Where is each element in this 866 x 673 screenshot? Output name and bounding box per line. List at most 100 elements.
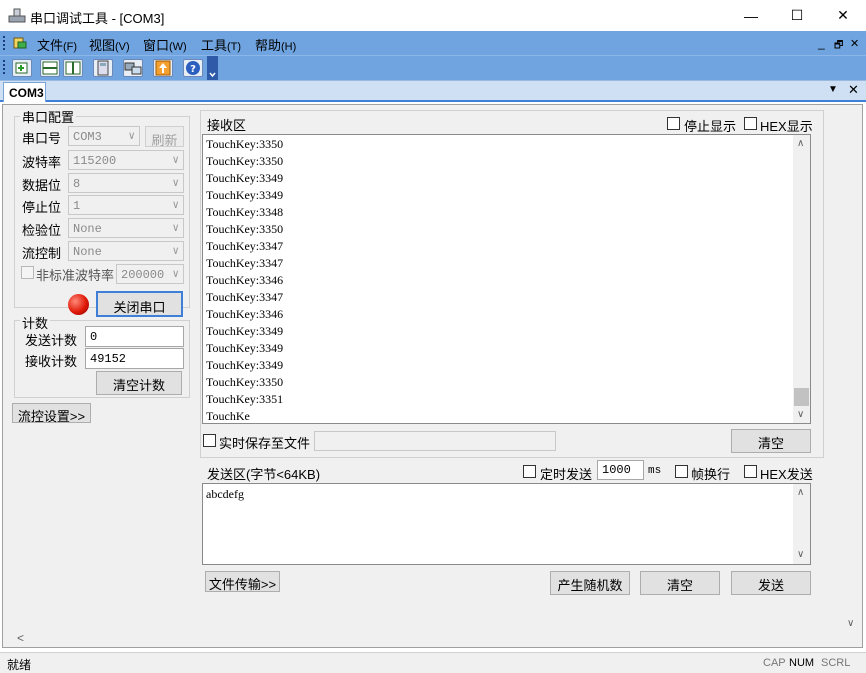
toolbar-grip[interactable] [3,60,7,74]
recv-count-field[interactable]: 49152 [85,348,184,369]
send-title: 发送区(字节<64KB) [207,467,321,482]
hex-send-checkbox[interactable] [744,465,757,478]
nonstd-baud-select[interactable]: 200000 ∨ [116,264,184,284]
hex-display-checkbox[interactable] [744,117,757,130]
mdi-close-button[interactable]: ✕ [850,37,859,50]
save-to-file-label: 实时保存至文件 [219,436,311,451]
receive-line: TouchKey:3350 [206,222,284,236]
parity-select[interactable]: None ∨ [68,218,184,238]
menubar-grip[interactable] [3,36,7,50]
menu-app-icon [13,37,27,49]
chevron-down-icon[interactable]: ∨ [847,618,854,629]
menu-view[interactable]: 视图(V) [89,35,130,54]
save-to-file-checkbox[interactable] [203,434,216,447]
file-transfer-button[interactable]: 文件传输>> [205,571,280,592]
tab-list-dropdown-icon[interactable]: ▼ [828,84,838,95]
timed-send-checkbox[interactable] [523,465,536,478]
flow-settings-button[interactable]: 流控设置>> [12,403,91,424]
stopbits-select[interactable]: 1 ∨ [68,195,184,215]
port-label: 串口号 [22,131,62,146]
port-select[interactable]: COM3 ∨ [68,126,140,146]
status-cap: CAP [763,657,786,669]
send-scrollbar[interactable]: ∧ ∨ [793,484,810,564]
main-horizontal-scrollbar[interactable]: < [3,630,860,647]
receive-scroll-thumb[interactable] [794,388,809,406]
nonstd-baud-checkbox[interactable] [21,266,34,279]
tab-com3[interactable]: COM3 [3,82,46,102]
menu-window[interactable]: 窗口(W) [143,35,187,54]
frame-newline-checkbox[interactable] [675,465,688,478]
save-file-path-field[interactable] [314,431,556,451]
receive-line: TouchKey:3348 [206,205,284,219]
menu-file[interactable]: 文件(F) [37,35,77,54]
toolbar-overflow-button[interactable] [207,56,218,80]
receive-lines: TouchKey:3350 TouchKey:3350 TouchKey:3349 T… [206,136,284,423]
receive-line: TouchKey:3347 [206,290,284,304]
top-most-button[interactable] [153,59,173,77]
chevron-down-icon: ∨ [172,178,179,190]
close-port-button[interactable]: 关闭串口 [96,291,183,317]
send-count-field[interactable]: 0 [85,326,184,347]
receive-textarea[interactable]: TouchKey:3350 TouchKey:3350 TouchKey:3349 T… [202,134,811,424]
baud-select[interactable]: 115200 ∨ [68,150,184,170]
chevron-down-icon[interactable]: ∨ [797,409,804,420]
receive-line: TouchKey:3349 [206,188,284,202]
status-num: NUM [789,657,815,669]
chevron-down-icon: ∨ [128,131,135,143]
random-data-button[interactable]: 产生随机数 [550,571,630,595]
title-bar: 串口调试工具 - [COM3] — ☐ ✕ [0,0,866,31]
receive-line: TouchKey:3350 [206,154,284,168]
maximize-button[interactable]: ☐ [774,0,820,31]
receive-line: TouchKey:3349 [206,324,284,338]
help-button[interactable]: ? [183,59,203,77]
interval-unit: ms [648,465,662,477]
menu-help[interactable]: 帮助(H) [255,35,296,54]
hex-send-label: HEX发送 [760,467,813,482]
send-textarea[interactable]: abcdefg ∧ ∨ [202,483,811,565]
chevron-up-icon[interactable]: ∧ [797,138,804,149]
stop-display-checkbox[interactable] [667,117,680,130]
split-vertical-button[interactable] [63,59,83,77]
hex-display-label: HEX显示 [760,119,813,134]
receive-line: TouchKey:3347 [206,256,284,270]
send-button[interactable]: 发送 [731,571,811,595]
receive-line: TouchKey:3346 [206,273,284,287]
calculator-button[interactable] [93,59,113,77]
menu-tools[interactable]: 工具(T) [201,35,241,54]
refresh-button[interactable]: 刷新 [145,126,184,148]
mdi-restore-button[interactable]: 🗗 [834,38,843,55]
chevron-down-icon: ∨ [172,155,179,167]
status-scrl: SCRL [821,657,851,669]
menu-bar [0,31,866,55]
flow-control-label: 流控制 [22,246,62,261]
chevron-down-icon: ∨ [172,269,179,281]
mdi-minimize-button[interactable]: _ [818,36,825,50]
receive-clear-button[interactable]: 清空 [731,429,811,453]
chevron-up-icon[interactable]: ∧ [797,487,804,498]
split-horizontal-button[interactable] [40,59,60,77]
port-status-led-icon [68,294,89,315]
flow-control-select[interactable]: None ∨ [68,241,184,261]
minimize-button[interactable]: — [728,0,774,31]
tab-close-button[interactable]: ✕ [848,82,859,98]
chevron-left-icon[interactable]: < [17,631,24,645]
calculator-icon [97,60,109,76]
network-button[interactable] [123,59,143,77]
status-ready: 就绪 [7,658,32,672]
databits-select[interactable]: 8 ∨ [68,173,184,193]
receive-scrollbar[interactable]: ∧ ∨ [793,135,810,423]
new-icon [15,62,28,74]
receive-line: TouchKe [206,409,250,423]
stopbits-label: 停止位 [22,200,62,215]
interval-input[interactable]: 1000 [597,460,644,480]
recv-count-label: 接收计数 [25,354,78,369]
new-window-button[interactable] [12,59,32,77]
receive-title: 接收区 [207,118,247,133]
clear-count-button[interactable]: 清空计数 [96,371,182,395]
receive-line: TouchKey:3346 [206,307,284,321]
send-clear-button[interactable]: 清空 [640,571,720,595]
chevron-down-icon: ∨ [172,200,179,212]
chevron-down-icon[interactable]: ∨ [797,549,804,560]
chevron-down-icon: ∨ [172,223,179,235]
close-button[interactable]: ✕ [820,0,866,31]
